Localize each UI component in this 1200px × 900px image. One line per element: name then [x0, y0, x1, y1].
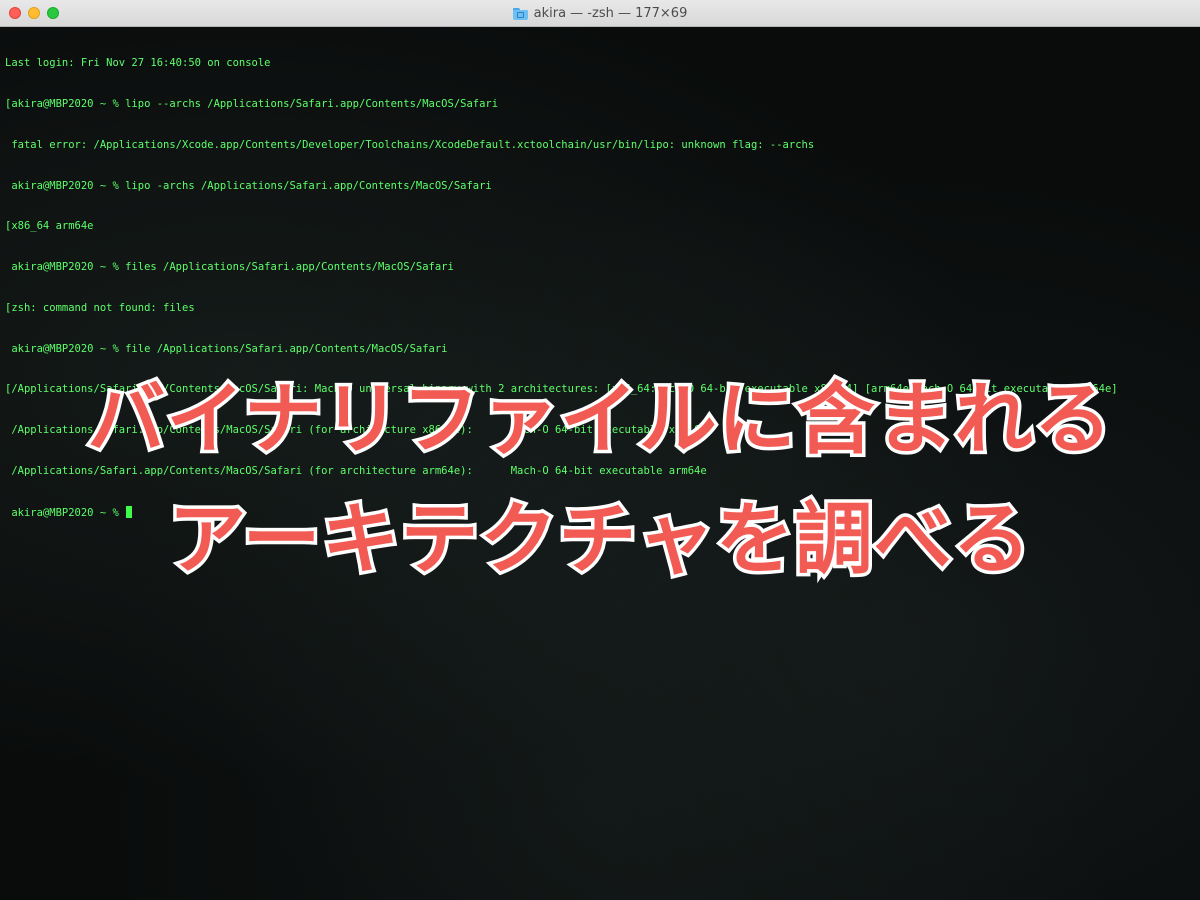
terminal-line: /Applications/Safari.app/Contents/MacOS/…: [5, 465, 707, 477]
terminal-line: [zsh: command not found: files: [5, 301, 195, 314]
terminal-window: akira — -zsh — 177×69 Last login: Fri No…: [0, 0, 1200, 900]
terminal-prompt-line[interactable]: akira@MBP2020 ~ %: [5, 505, 1118, 520]
terminal-content[interactable]: Last login: Fri Nov 27 16:40:50 on conso…: [0, 27, 1200, 900]
terminal-line: fatal error: /Applications/Xcode.app/Con…: [5, 138, 815, 151]
terminal-line: /Applications/Safari.app/Contents/MacOS/…: [5, 424, 707, 437]
terminal-line: akira@MBP2020 ~ % file /Applications/Saf…: [5, 342, 448, 355]
terminal-line: [/Applications/Safari.app/Contents/MacOS…: [5, 383, 1118, 396]
terminal-output: Last login: Fri Nov 27 16:40:50 on conso…: [5, 30, 1118, 547]
terminal-line: [x86_64 arm64e: [5, 220, 94, 233]
window-title: akira — -zsh — 177×69: [0, 0, 1200, 27]
terminal-line: akira@MBP2020 ~ % files /Applications/Sa…: [5, 261, 454, 274]
terminal-prompt: akira@MBP2020 ~ %: [5, 506, 126, 519]
terminal-line: [akira@MBP2020 ~ % lipo --archs /Applica…: [5, 97, 499, 110]
title-bar[interactable]: akira — -zsh — 177×69: [0, 0, 1200, 27]
terminal-line: akira@MBP2020 ~ % lipo -archs /Applicati…: [5, 179, 492, 192]
folder-icon: [512, 7, 528, 20]
text-cursor: [126, 505, 133, 518]
terminal-line: Last login: Fri Nov 27 16:40:50 on conso…: [5, 57, 271, 70]
window-title-text: akira — -zsh — 177×69: [533, 6, 688, 21]
